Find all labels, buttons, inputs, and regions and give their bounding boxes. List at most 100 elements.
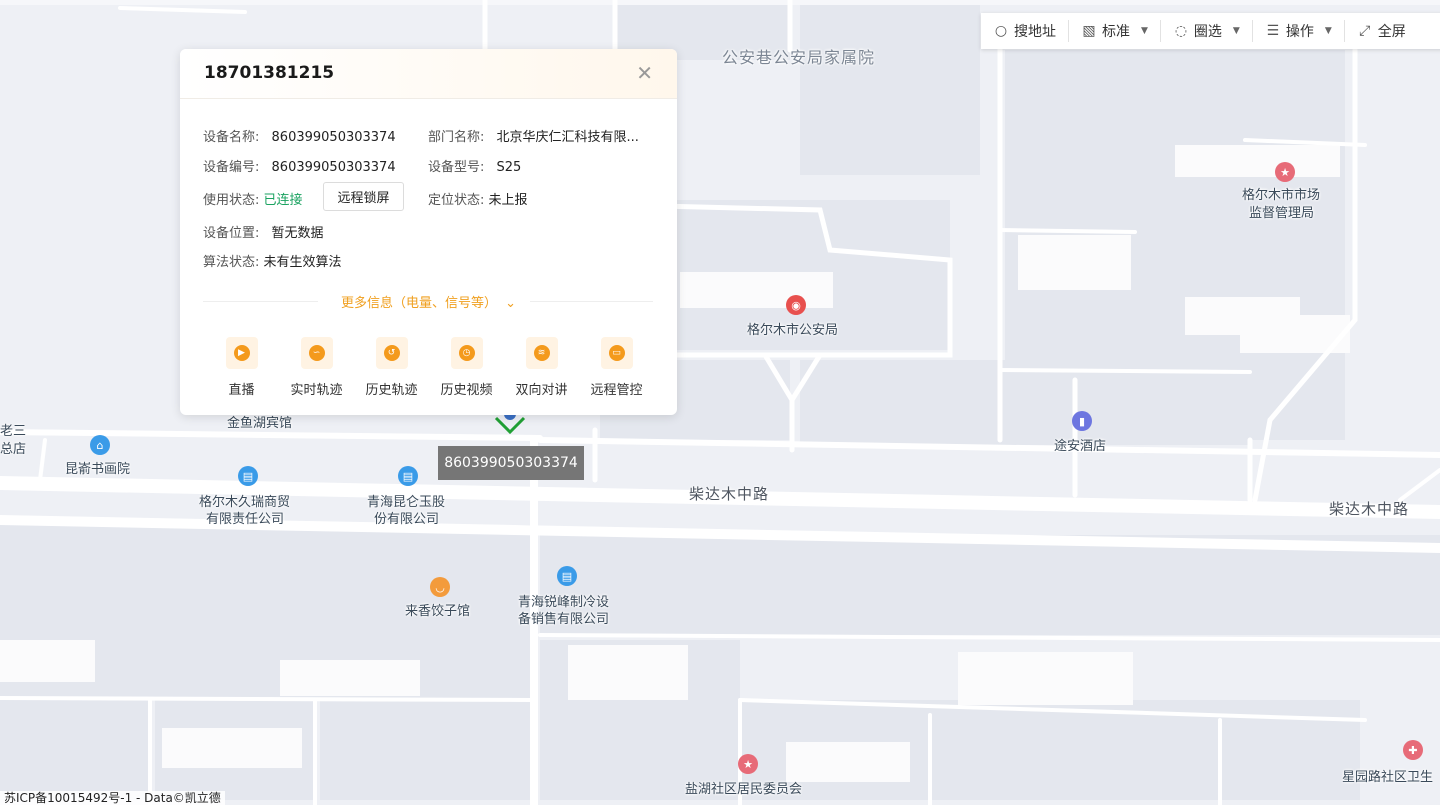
close-icon[interactable]: ✕ <box>636 61 653 85</box>
company-icon[interactable]: ▤ <box>398 466 418 486</box>
action-bar: ▶ 直播 ∽ 实时轨迹 ↺ 历史轨迹 ◷ 历史视频 ≋ 双向对讲 ▭ 远程管控 <box>204 337 654 398</box>
label-gongan-xiang: 公安巷公安局家属院 <box>722 48 876 67</box>
intercom-icon: ≋ <box>533 345 550 361</box>
action-live-label: 直播 <box>228 383 255 398</box>
hotel-icon[interactable]: ▮ <box>1072 411 1092 431</box>
algo-value: 未有生效算法 <box>263 255 342 270</box>
device-no-value: 860399050303374 <box>271 160 396 175</box>
action-intercom[interactable]: ≋ 双向对讲 <box>504 337 579 398</box>
history-route-icon: ↺ <box>383 345 400 361</box>
label-tuan-hotel: 途安酒店 <box>1054 439 1107 454</box>
poi-star-icon[interactable]: ★ <box>738 754 758 774</box>
location-row: 设备位置: 暂无数据 <box>203 222 324 241</box>
device-no-row: 设备编号: 860399050303374 <box>203 156 396 175</box>
operation-label: 操作 <box>1285 24 1314 40</box>
label-jiurui-2: 有限责任公司 <box>206 512 285 527</box>
police-emblem-icon[interactable]: ◉ <box>786 295 806 315</box>
use-status-value: 已连接 <box>263 193 303 208</box>
device-name-label: 设备名称: <box>203 130 260 145</box>
device-info-popup: 18701381215 ✕ 设备名称: 860399050303374 部门名称… <box>180 49 677 415</box>
label-ruifeng-2: 备销售有限公司 <box>518 612 610 627</box>
action-intercom-label: 双向对讲 <box>515 383 568 398</box>
map-style-dropdown[interactable]: ▧ 标准 ▼ <box>1069 20 1161 42</box>
circle-select-label: 圈选 <box>1193 24 1222 40</box>
map-copyright: 苏ICP备10015492号-1 - Data©凯立德 <box>0 791 225 805</box>
algo-label: 算法状态: <box>203 255 260 270</box>
map-toolbar: ○ 搜地址 ▧ 标准 ▼ ◌ 圈选 ▼ ☰ 操作 ▼ ⤢ 全屏 <box>981 13 1440 49</box>
popup-header: 18701381215 ✕ <box>180 49 677 99</box>
action-history-track[interactable]: ↺ 历史轨迹 <box>354 337 429 398</box>
label-police: 格尔木市公安局 <box>747 323 839 338</box>
locate-status-row: 定位状态: 未上报 <box>428 189 528 208</box>
marker-tooltip: 860399050303374 <box>438 446 584 480</box>
label-kunlun-book: 昆嵛书画院 <box>65 462 131 477</box>
more-info-toggle[interactable]: 更多信息（电量、信号等） ⌄ <box>180 292 677 311</box>
label-lao-san-1: 老三 <box>0 424 27 439</box>
fullscreen-button[interactable]: ⤢ 全屏 <box>1345 20 1418 42</box>
use-status-label: 使用状态: <box>203 193 260 208</box>
action-remote-control[interactable]: ▭ 远程管控 <box>579 337 654 398</box>
label-laixiang: 来香饺子馆 <box>405 604 471 619</box>
label-xingyuan: 星园路社区卫生 <box>1342 770 1434 785</box>
operation-dropdown[interactable]: ☰ 操作 ▼ <box>1253 20 1345 42</box>
model-label: 设备型号: <box>428 160 485 175</box>
label-jinyuhu: 金鱼湖宾馆 <box>227 416 293 431</box>
clinic-icon[interactable]: ✚ <box>1403 740 1423 760</box>
poi-star-icon[interactable]: ★ <box>1275 162 1295 182</box>
device-no-label: 设备编号: <box>203 160 260 175</box>
algo-row: 算法状态: 未有生效算法 <box>203 251 342 270</box>
caret-down-icon: ▼ <box>1141 26 1148 36</box>
label-ruifeng-1: 青海锐峰制冷设 <box>518 595 610 610</box>
dept-value: 北京华庆仁汇科技有限... <box>496 130 639 145</box>
company-icon[interactable]: ▤ <box>557 566 577 586</box>
action-realtime-track[interactable]: ∽ 实时轨迹 <box>279 337 354 398</box>
history-video-icon: ◷ <box>458 345 475 361</box>
more-info-label: 更多信息（电量、信号等） <box>340 296 497 311</box>
use-status-row: 使用状态: 已连接 <box>203 189 303 208</box>
location-label: 设备位置: <box>203 226 260 241</box>
chevron-down-icon: ⌄ <box>505 296 517 311</box>
popup-title: 18701381215 <box>204 63 335 83</box>
restaurant-icon[interactable]: ◡ <box>430 577 450 597</box>
search-address-button[interactable]: ○ 搜地址 <box>981 20 1069 42</box>
action-live[interactable]: ▶ 直播 <box>204 337 279 398</box>
remote-lock-button[interactable]: 远程锁屏 <box>323 182 404 211</box>
map-layer-icon: ▧ <box>1082 23 1096 39</box>
action-history-track-label: 历史轨迹 <box>365 383 418 398</box>
company-icon[interactable]: ▤ <box>238 466 258 486</box>
lasso-icon: ◌ <box>1174 23 1188 39</box>
label-market-2: 监督管理局 <box>1249 206 1315 221</box>
label-yanhu: 盐湖社区居民委员会 <box>685 782 803 797</box>
location-value: 暂无数据 <box>271 226 324 241</box>
locate-status-label: 定位状态: <box>428 193 485 208</box>
label-market-1: 格尔木市市场 <box>1242 188 1321 203</box>
device-name-row: 设备名称: 860399050303374 <box>203 126 396 145</box>
museum-icon[interactable]: ⌂ <box>90 435 110 455</box>
label-road-1: 柴达木中路 <box>689 485 770 503</box>
caret-down-icon: ▼ <box>1324 26 1332 36</box>
label-kunlun-jade-1: 青海昆仑玉股 <box>367 495 446 510</box>
remote-control-icon: ▭ <box>608 345 625 361</box>
fullscreen-label: 全屏 <box>1377 24 1406 40</box>
model-row: 设备型号: S25 <box>428 156 521 175</box>
search-address-label: 搜地址 <box>1014 24 1056 40</box>
fullscreen-icon: ⤢ <box>1359 23 1371 39</box>
label-jiurui-1: 格尔木久瑞商贸 <box>199 495 291 510</box>
model-value: S25 <box>496 160 522 175</box>
action-history-video[interactable]: ◷ 历史视频 <box>429 337 504 398</box>
dept-label: 部门名称: <box>428 130 485 145</box>
play-icon: ▶ <box>233 345 250 361</box>
label-kunlun-jade-2: 份有限公司 <box>374 512 440 527</box>
search-icon: ○ <box>994 23 1008 39</box>
caret-down-icon: ▼ <box>1232 26 1240 36</box>
locate-status-value: 未上报 <box>488 193 528 208</box>
action-realtime-track-label: 实时轨迹 <box>290 383 343 398</box>
dept-row: 部门名称: 北京华庆仁汇科技有限... <box>428 126 639 145</box>
circle-select-dropdown[interactable]: ◌ 圈选 ▼ <box>1161 20 1253 42</box>
label-road-2: 柴达木中路 <box>1329 500 1410 518</box>
device-name-value: 860399050303374 <box>271 130 396 145</box>
menu-icon: ☰ <box>1266 23 1280 39</box>
action-remote-control-label: 远程管控 <box>590 383 643 398</box>
action-history-video-label: 历史视频 <box>440 383 493 398</box>
map-style-label: 标准 <box>1102 24 1130 40</box>
